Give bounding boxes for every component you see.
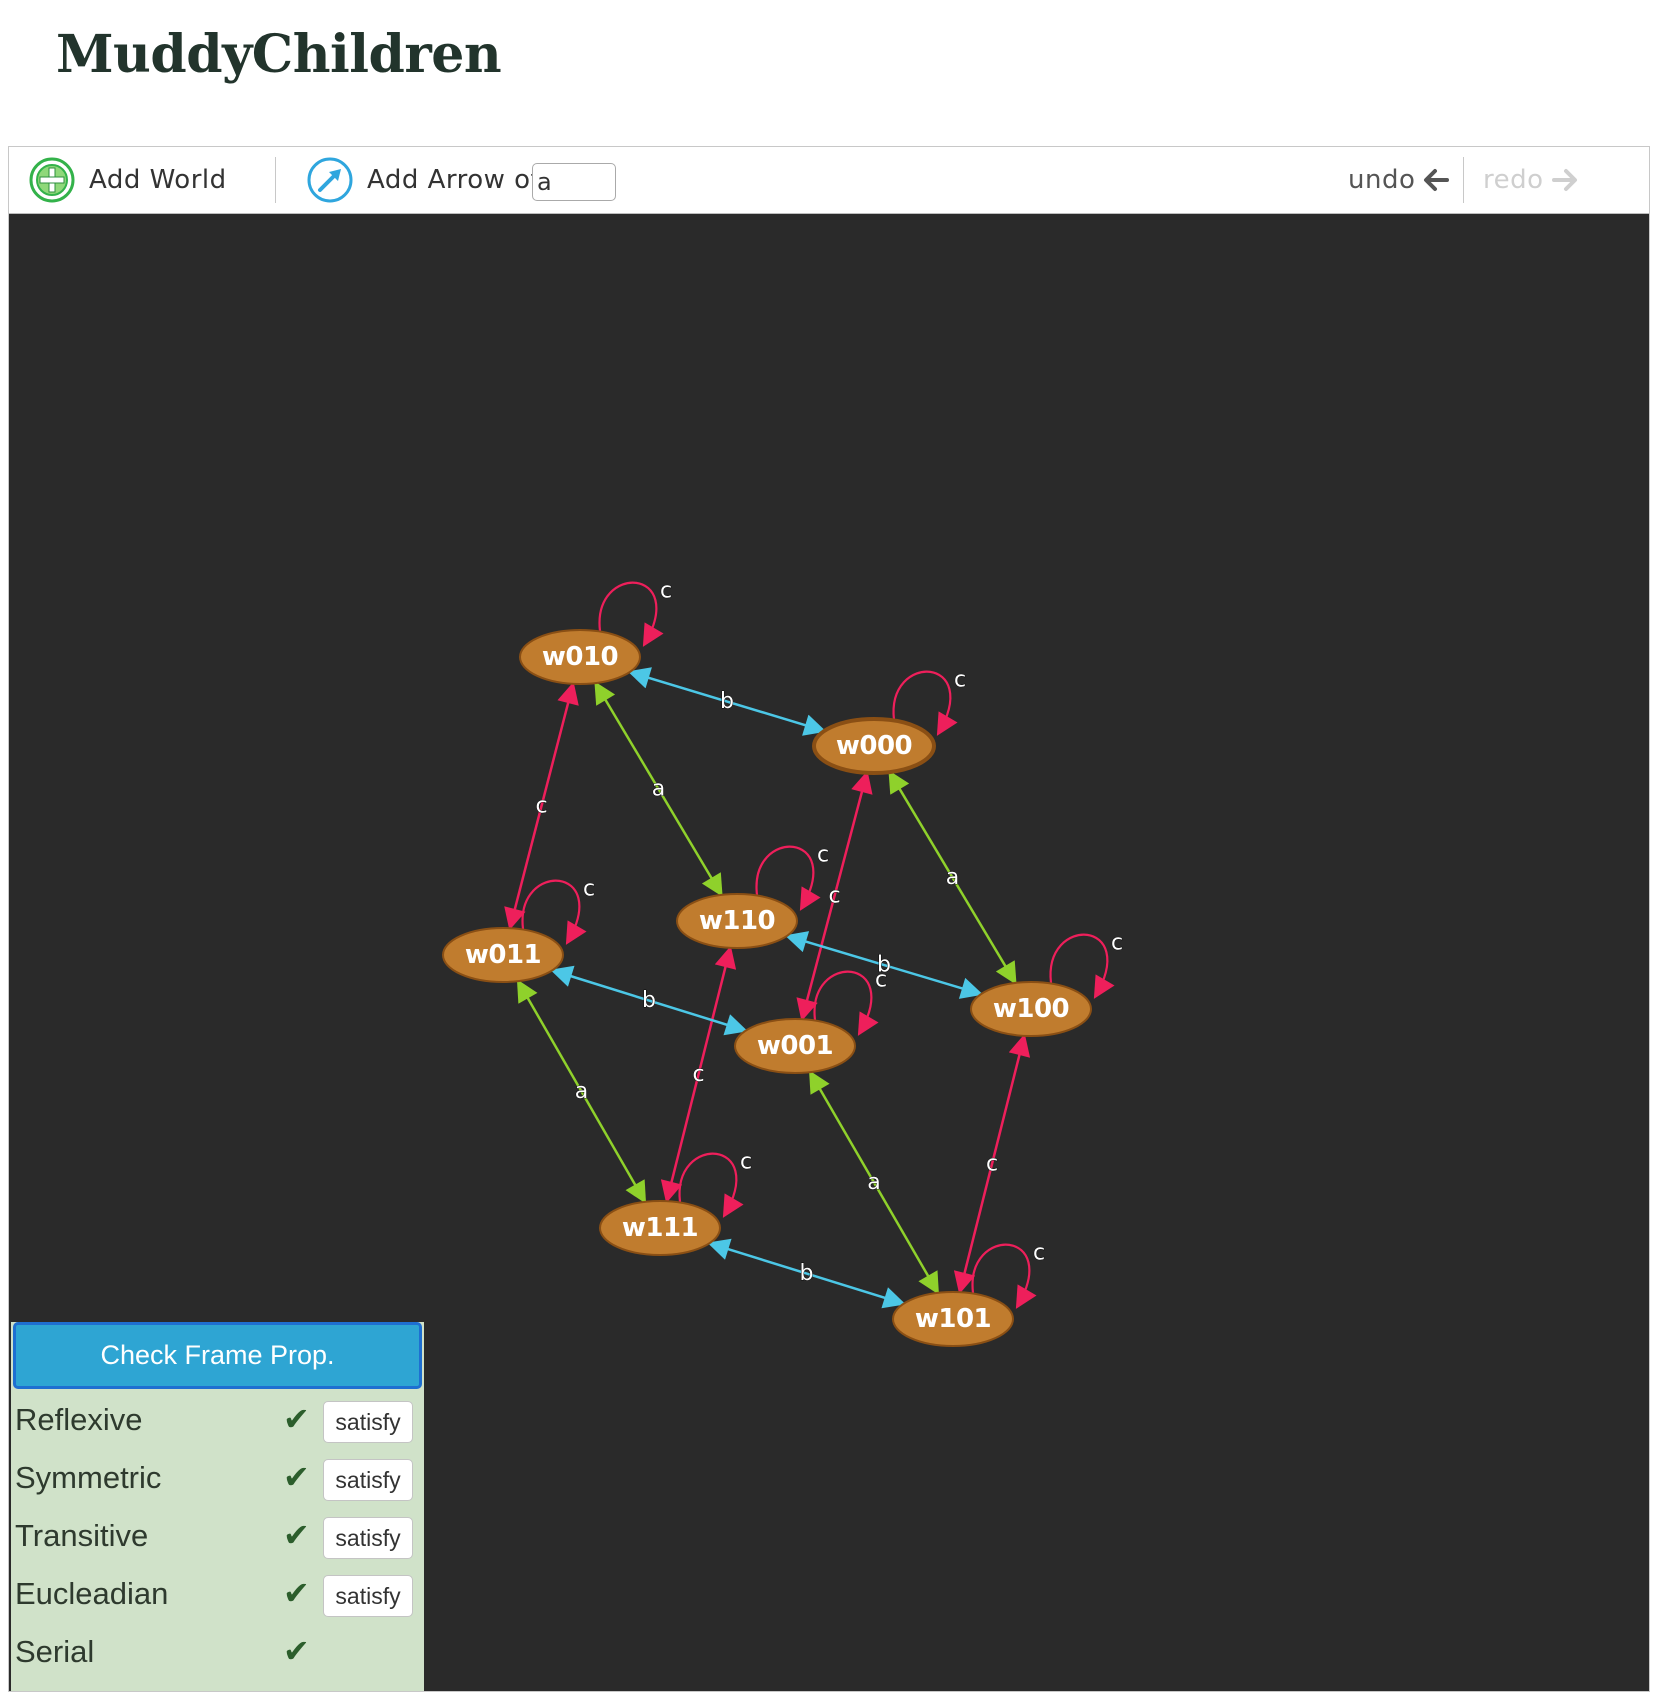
edge-label: a <box>652 777 665 802</box>
edge-label: a <box>867 1170 880 1195</box>
world-node-w000[interactable]: w000 <box>812 717 936 775</box>
edge-label: b <box>800 1261 814 1286</box>
world-label: w000 <box>836 731 912 761</box>
property-row-transitive: Transitive ✔ satisfy <box>11 1510 424 1568</box>
redo-label: redo <box>1483 165 1544 195</box>
satisfy-transitive-button[interactable]: satisfy <box>323 1517 413 1559</box>
add-world-label: Add World <box>89 165 227 195</box>
satisfy-eucleadian-button[interactable]: satisfy <box>323 1575 413 1617</box>
toolbar: Add World Add Arrow of undo redo <box>9 147 1649 214</box>
world-node-w010[interactable]: w010 <box>519 629 641 685</box>
arrow-link-icon <box>307 157 353 203</box>
check-frame-properties-button[interactable]: Check Frame Prop. <box>13 1322 422 1389</box>
add-world-button[interactable]: Add World <box>27 147 227 213</box>
checkmark-icon: ✔ <box>283 1574 310 1612</box>
loop-label: c <box>1033 1241 1045 1266</box>
add-arrow-label: Add Arrow of <box>367 165 541 195</box>
world-label: w100 <box>993 994 1069 1024</box>
edge-label: c <box>535 794 547 819</box>
property-row-eucleadian: Eucleadian ✔ satisfy <box>11 1568 424 1626</box>
undo-label: undo <box>1348 165 1416 195</box>
world-label: w101 <box>915 1304 991 1334</box>
worlds-layer: w010 w000 w110 w011 w100 w001 w111 w101 <box>442 629 1092 1347</box>
property-name: Serial <box>15 1634 95 1669</box>
checkmark-icon: ✔ <box>283 1632 310 1670</box>
edges-layer <box>504 667 1031 1309</box>
toolbar-divider <box>275 157 276 203</box>
kripke-editor: Add World Add Arrow of undo redo <box>8 146 1650 1692</box>
satisfy-symmetric-button[interactable]: satisfy <box>323 1459 413 1501</box>
world-label: w110 <box>699 906 775 936</box>
loop-label: c <box>875 968 887 993</box>
world-node-w101[interactable]: w101 <box>892 1291 1014 1347</box>
world-node-w111[interactable]: w111 <box>599 1200 721 1256</box>
property-row-reflexive: Reflexive ✔ satisfy <box>11 1394 424 1452</box>
world-node-w110[interactable]: w110 <box>676 893 798 949</box>
property-row-symmetric: Symmetric ✔ satisfy <box>11 1452 424 1510</box>
arrow-left-icon <box>1424 169 1450 191</box>
edge-label: a <box>946 865 959 890</box>
world-label: w010 <box>542 642 618 672</box>
edge-label: c <box>828 884 840 909</box>
arrow-right-icon <box>1551 169 1577 191</box>
redo-button[interactable]: redo <box>1483 147 1580 213</box>
checkmark-icon: ✔ <box>283 1458 310 1496</box>
world-node-w100[interactable]: w100 <box>970 981 1092 1037</box>
checkmark-icon: ✔ <box>283 1516 310 1554</box>
world-node-w001[interactable]: w001 <box>734 1018 856 1074</box>
loop-label: c <box>1111 931 1123 956</box>
frame-properties-panel: Check Frame Prop. Reflexive ✔ satisfy Sy… <box>11 1322 424 1691</box>
edge-label: b <box>642 988 656 1013</box>
property-name: Symmetric <box>15 1460 162 1495</box>
add-circle-icon <box>29 157 75 203</box>
loop-label: c <box>817 843 829 868</box>
checkmark-icon: ✔ <box>283 1400 310 1438</box>
page-title: MuddyChildren <box>56 24 502 85</box>
edge-label: c <box>692 1062 704 1087</box>
property-name: Reflexive <box>15 1402 143 1437</box>
world-node-w011[interactable]: w011 <box>442 927 564 983</box>
edge-label: b <box>720 689 734 714</box>
undo-button[interactable]: undo <box>1348 147 1451 213</box>
edge-label: c <box>986 1152 998 1177</box>
world-label: w111 <box>622 1213 698 1243</box>
property-name: Eucleadian <box>15 1576 169 1611</box>
loop-label: c <box>583 877 595 902</box>
edge-labels-layer: bacacbcbaacbcccccccc <box>535 578 1123 1286</box>
toolbar-divider <box>1463 157 1464 203</box>
loop-label: c <box>954 668 966 693</box>
arrow-agent-input[interactable] <box>532 163 616 201</box>
loop-label: c <box>660 579 672 604</box>
property-name: Transitive <box>15 1518 149 1553</box>
property-row-serial: Serial ✔ <box>11 1626 424 1684</box>
world-label: w011 <box>465 940 541 970</box>
world-label: w001 <box>757 1031 833 1061</box>
add-arrow-button[interactable]: Add Arrow of <box>305 147 540 213</box>
edge-label: a <box>575 1079 588 1104</box>
satisfy-reflexive-button[interactable]: satisfy <box>323 1401 413 1443</box>
loop-label: c <box>740 1150 752 1175</box>
